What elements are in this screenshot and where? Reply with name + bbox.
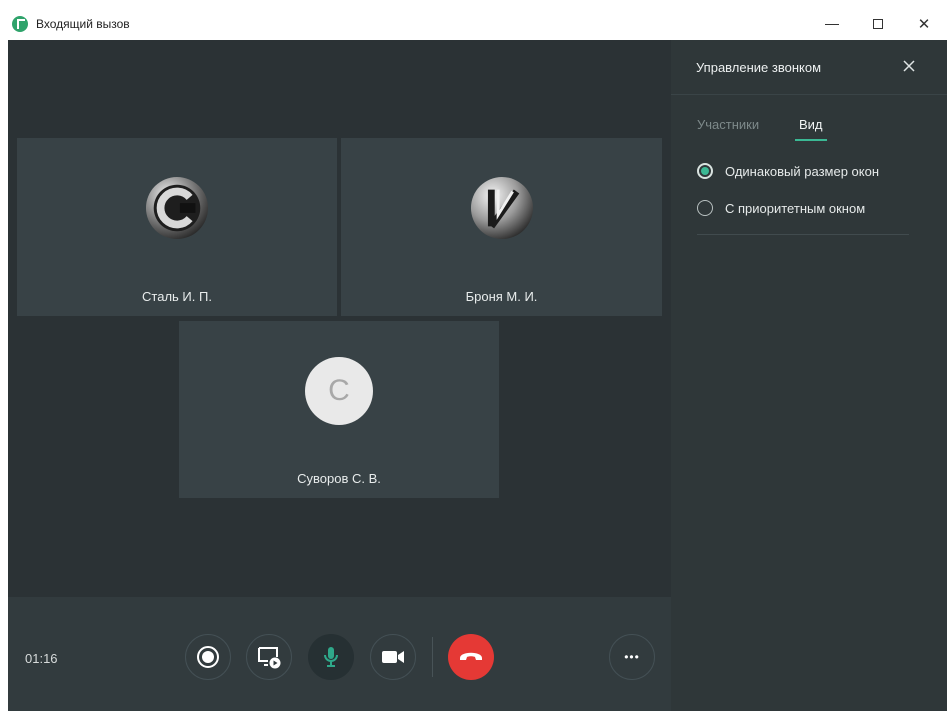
c-logo-avatar (145, 176, 209, 240)
participant-tile[interactable]: Сталь И. П. (17, 138, 337, 316)
camera-button[interactable] (370, 634, 416, 680)
call-controls-bar: 01:16 ••• (8, 597, 671, 711)
maximize-icon (873, 19, 883, 29)
call-management-panel: Управление звонком Участники Вид Одинако… (671, 40, 947, 711)
share-screen-button[interactable] (246, 634, 292, 680)
panel-divider (697, 234, 909, 235)
microphone-button[interactable] (308, 634, 354, 680)
app-logo-icon (12, 16, 28, 32)
tab-participants[interactable]: Участники (697, 117, 759, 132)
hangup-icon (460, 652, 482, 660)
video-stage: Сталь И. П. Броня М. И. С Суворов С. В. (8, 40, 671, 597)
microphone-icon (324, 647, 338, 667)
minimize-button[interactable] (809, 8, 855, 40)
layout-option-priority[interactable]: С приоритетным окном (697, 200, 865, 216)
controls-separator (432, 637, 433, 677)
close-window-button[interactable]: ✕ (901, 8, 947, 40)
more-button[interactable]: ••• (609, 634, 655, 680)
call-timer: 01:16 (25, 651, 58, 666)
panel-title: Управление звонком (696, 60, 822, 75)
radio-checked-icon[interactable] (697, 163, 713, 179)
panel-close-button[interactable] (899, 56, 919, 76)
layout-option-label: С приоритетным окном (725, 200, 866, 216)
participant-tile[interactable]: С Суворов С. В. (179, 321, 499, 498)
participant-name: Броня М. И. (465, 289, 538, 304)
radio-unchecked-icon[interactable] (697, 200, 713, 216)
window-title: Входящий вызов (36, 17, 130, 31)
participant-name: Сталь И. П. (142, 289, 212, 304)
close-icon: ✕ (917, 16, 931, 33)
share-screen-icon (258, 647, 281, 669)
record-button[interactable] (185, 634, 231, 680)
layout-option-label: Одинаковый размер окон (725, 163, 880, 179)
minimize-icon (825, 23, 839, 25)
tab-view[interactable]: Вид (799, 117, 823, 132)
title-bar: Входящий вызов ✕ (8, 8, 947, 40)
maximize-button[interactable] (855, 8, 901, 40)
more-icon: ••• (624, 650, 640, 664)
close-icon (903, 60, 915, 72)
record-icon (197, 646, 219, 668)
window-controls: ✕ (809, 8, 947, 40)
camera-icon (382, 651, 404, 663)
participant-tile[interactable]: Броня М. И. (341, 138, 662, 316)
participant-name: Суворов С. В. (297, 471, 381, 486)
panel-header: Управление звонком (671, 40, 947, 95)
active-tab-indicator (795, 139, 827, 141)
letter-avatar: С (305, 357, 373, 425)
v-logo-avatar (470, 176, 534, 240)
hangup-button[interactable] (448, 634, 494, 680)
layout-option-equal[interactable]: Одинаковый размер окон (697, 163, 879, 179)
